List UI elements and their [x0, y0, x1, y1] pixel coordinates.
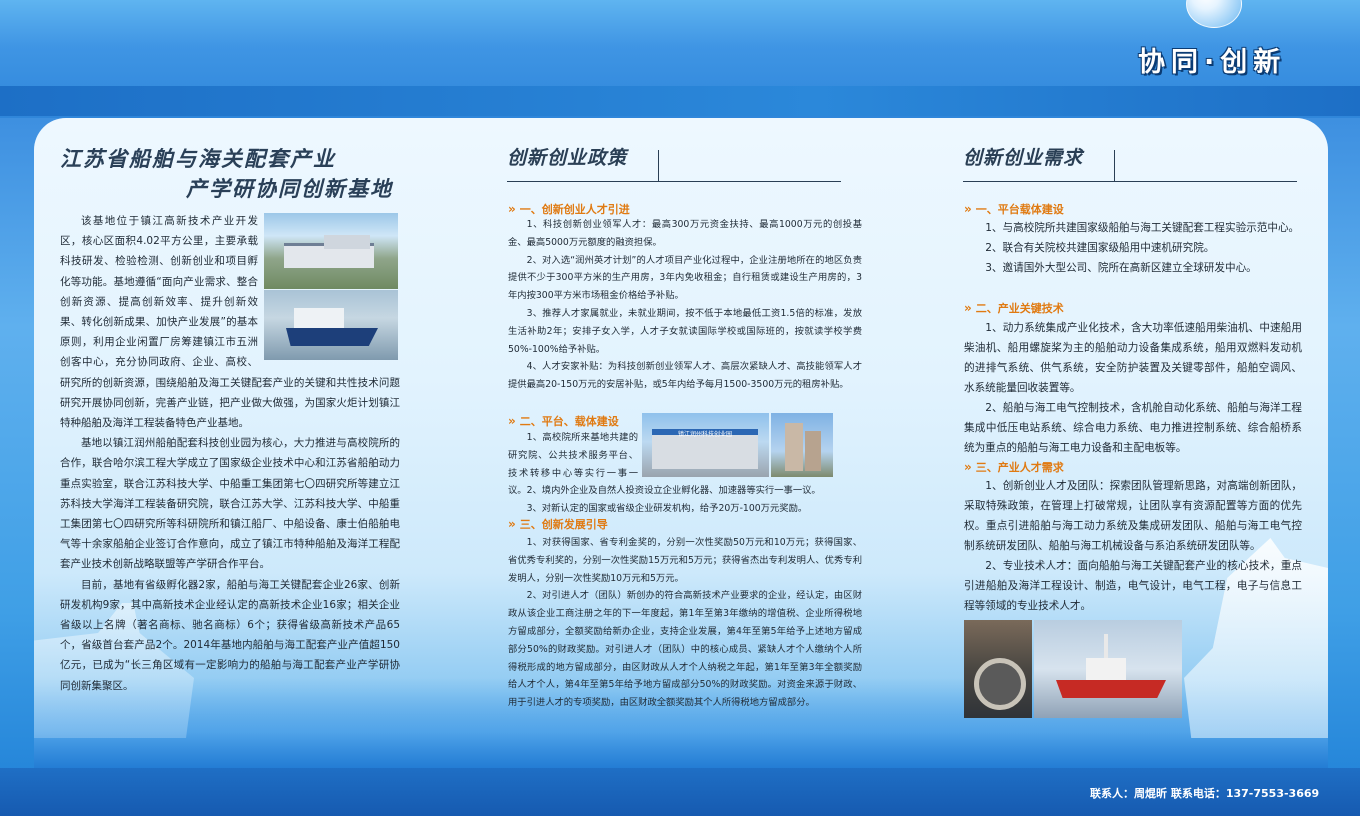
- header-slogan: 协同·创新: [1138, 47, 1287, 78]
- left-paragraph-2: 基地以镇江润州船舶配套科技创业园为核心，大力推进与高校院所的合作，联合哈尔滨工程…: [60, 437, 400, 571]
- red-tugboat-photo: [1034, 620, 1182, 718]
- science-park-gate-photo: 镇江润州科技创业园: [642, 413, 769, 477]
- middle-section-3-heading: » 三、创新发展引导: [508, 517, 608, 531]
- right-title-tick: [1114, 150, 1115, 182]
- middle-section-1-body: 1、科技创新创业领军人才：最高300万元资金扶持、最高1000万元的创投基金、最…: [508, 219, 862, 391]
- right-section-3-heading: » 三、产业人才需求: [964, 460, 1064, 474]
- right-section-3-body: 1、创新创业人才及团队：探索团队管理新思路，对高端创新团队，采取特殊政策，在管理…: [964, 480, 1302, 612]
- middle-section-1-heading: » 一、创新创业人才引进: [508, 202, 630, 216]
- middle-title-rule: [507, 181, 841, 182]
- factory-machinery-photo: [964, 620, 1032, 718]
- right-title: 创新创业需求: [963, 147, 1084, 169]
- right-section-2-heading: » 二、产业关键技术: [964, 301, 1064, 315]
- right-section-2-body: 1、动力系统集成产业化技术，含大功率低速船用柴油机、中速船用柴油机、船用螺旋桨为…: [964, 322, 1302, 454]
- footer-contact: 联系人：周焜昕 联系电话：137-7553-3669: [1090, 787, 1320, 800]
- left-title-line2: 产学研协同创新基地: [186, 177, 393, 201]
- header-stripe: [0, 86, 1360, 116]
- industrial-park-aerial-photo: [264, 213, 398, 289]
- middle-title: 创新创业政策: [507, 147, 628, 169]
- right-title-rule: [963, 181, 1297, 182]
- middle-section-2-body: 2、境内外企业及自然人投资设立企业孵化器、加速器等实行一事一议。 3、对新认定的…: [526, 485, 821, 514]
- middle-title-tick: [658, 150, 659, 182]
- chevron-right-icon: »: [508, 414, 516, 428]
- middle-section-3-body: 1、对获得国家、省专利金奖的，分别一次性奖励50万元和10万元；获得国家、省优秀…: [508, 537, 862, 709]
- right-section-1-body: 1、与高校院所共建国家级船舶与海工关键配套工程实验示范中心。 2、联合有关院校共…: [985, 222, 1300, 274]
- right-section-1-heading: » 一、平台载体建设: [964, 202, 1064, 216]
- left-paragraph-3: 目前，基地有省级孵化器2家，船舶与海工关键配套企业26家、创新研发机构9家，其中…: [60, 578, 400, 692]
- chevron-right-icon: »: [964, 301, 972, 315]
- office-tower-photo: [771, 413, 833, 477]
- chevron-right-icon: »: [508, 517, 516, 531]
- offshore-vessel-photo: [264, 290, 398, 360]
- left-title-line1: 江苏省船舶与海关配套产业: [60, 147, 336, 171]
- middle-section-2-heading: » 二、平台、载体建设: [508, 414, 619, 428]
- chevron-right-icon: »: [964, 460, 972, 474]
- chevron-right-icon: »: [964, 202, 972, 216]
- chevron-right-icon: »: [508, 202, 516, 216]
